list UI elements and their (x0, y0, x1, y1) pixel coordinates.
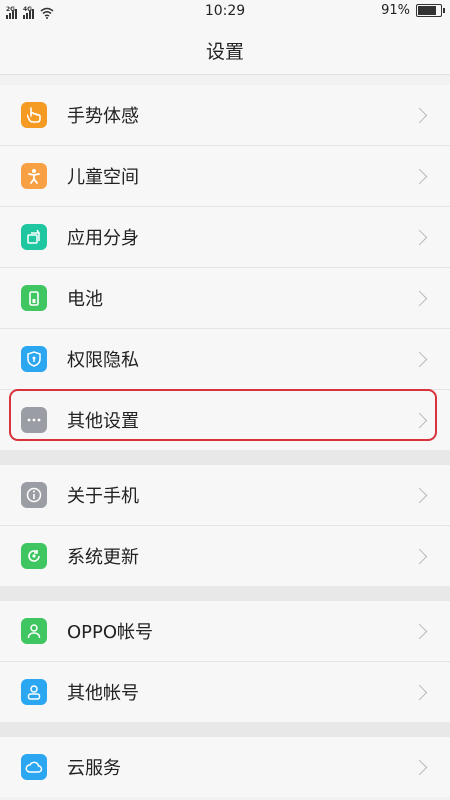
battery-status-icon (416, 4, 445, 17)
app-clone-icon (21, 224, 47, 250)
group-separator (0, 722, 450, 737)
settings-item-system-update[interactable]: 系统更新 (0, 526, 450, 586)
chevron-right-icon (411, 290, 428, 306)
chevron-right-icon (411, 623, 428, 639)
info-icon (21, 482, 47, 508)
chevron-right-icon (411, 487, 428, 503)
page-title: 设置 (205, 41, 244, 63)
settings-item-label: 儿童空间 (67, 167, 139, 188)
chevron-right-icon (411, 548, 428, 564)
settings-item-cloud-service[interactable]: 云服务 (0, 737, 450, 797)
settings-item-oppo-account[interactable]: OPPO帐号 (0, 601, 450, 662)
status-bar: 2G 4G 10:29 91% (0, 0, 450, 24)
settings-item-about-phone[interactable]: 关于手机 (0, 465, 450, 526)
more-icon (21, 407, 47, 433)
chevron-right-icon (411, 412, 428, 428)
settings-item-kids-space[interactable]: 儿童空间 (0, 146, 450, 207)
settings-group: 关于手机 系统更新 (0, 465, 450, 586)
battery-icon (21, 285, 47, 311)
settings-item-privacy[interactable]: 权限隐私 (0, 329, 450, 390)
settings-item-label: 其他帐号 (67, 683, 139, 704)
chevron-right-icon (411, 168, 428, 184)
settings-item-label: 应用分身 (67, 228, 139, 249)
account-icon (21, 679, 47, 705)
settings-item-label: OPPO帐号 (67, 622, 154, 643)
settings-group: 云服务 (0, 737, 450, 797)
settings-item-label: 关于手机 (67, 486, 139, 507)
user-icon (21, 618, 47, 644)
settings-group: OPPO帐号 其他帐号 (0, 601, 450, 722)
battery-percent: 91% (381, 3, 410, 18)
chevron-right-icon (411, 229, 428, 245)
chevron-right-icon (411, 107, 428, 123)
settings-group: 手势体感儿童空间应用分身电池权限隐私其他设置 (0, 85, 450, 450)
settings-item-label: 其他设置 (67, 411, 139, 432)
settings-item-label: 系统更新 (67, 547, 139, 568)
group-separator (0, 450, 450, 465)
settings-item-app-clone[interactable]: 应用分身 (0, 207, 450, 268)
settings-item-label: 权限隐私 (67, 350, 139, 371)
update-icon (21, 543, 47, 569)
group-separator (0, 586, 450, 601)
settings-item-other-accounts[interactable]: 其他帐号 (0, 662, 450, 722)
chevron-right-icon (411, 759, 428, 775)
cloud-icon (21, 754, 47, 780)
hand-gesture-icon (21, 102, 47, 128)
settings-item-label: 电池 (67, 289, 103, 310)
child-icon (21, 163, 47, 189)
settings-item-other-settings[interactable]: 其他设置 (0, 390, 450, 450)
settings-item-battery[interactable]: 电池 (0, 268, 450, 329)
shield-icon (21, 346, 47, 372)
chevron-right-icon (411, 351, 428, 367)
chevron-right-icon (411, 684, 428, 700)
settings-item-gesture[interactable]: 手势体感 (0, 85, 450, 146)
settings-item-label: 手势体感 (67, 106, 139, 127)
settings-item-label: 云服务 (67, 758, 121, 779)
settings-list: 手势体感儿童空间应用分身电池权限隐私其他设置关于手机系统更新 OPPO帐号 其他帐号… (0, 85, 450, 797)
header: 设置 (0, 24, 450, 75)
